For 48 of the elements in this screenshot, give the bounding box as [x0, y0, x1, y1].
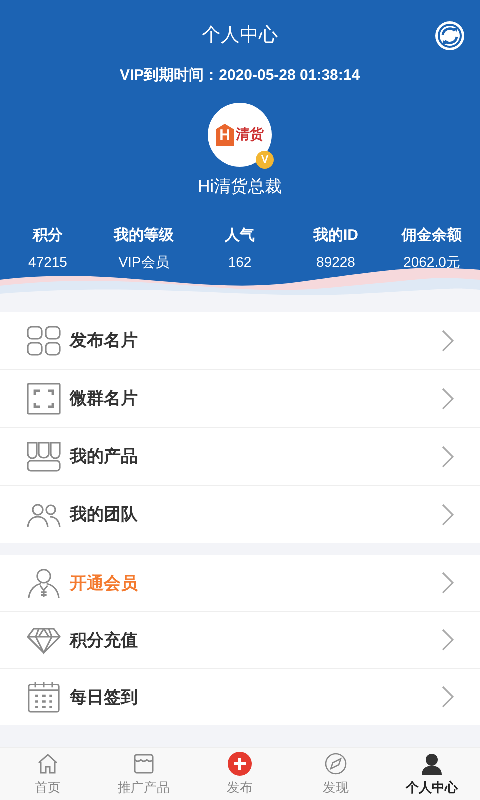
chevron-icon [442, 330, 454, 352]
menu-label: 我的产品 [70, 446, 139, 468]
scan-icon [26, 382, 62, 414]
chevron-icon [442, 629, 454, 651]
chevron-icon [442, 388, 454, 410]
stat-value: VIP会员 [118, 254, 170, 272]
stat-value: 2062.0元 [404, 254, 460, 272]
menu-label: 每日签到 [70, 686, 139, 708]
vip-badge: V [256, 151, 274, 169]
compass-icon [324, 752, 348, 776]
stat-label: 我的ID [314, 226, 358, 245]
chevron-icon [442, 446, 454, 468]
tab-item[interactable]: 个人中心 [384, 748, 480, 800]
chevron-icon [442, 504, 454, 526]
refresh-icon[interactable] [434, 20, 466, 52]
stat-value: 162 [228, 254, 252, 270]
menu-label: 发布名片 [70, 330, 139, 352]
menu-label: 微群名片 [70, 388, 139, 410]
vip-expiry-text: VIP到期时间：2020-05-28 01:38:14 [120, 66, 360, 85]
menu-label: 积分充值 [70, 630, 139, 652]
user-name: Hi清货总裁 [198, 176, 282, 198]
menu-label: 我的团队 [70, 504, 139, 526]
menu-item[interactable]: 积分充值 [0, 612, 480, 669]
menu-item[interactable]: 我的团队 [0, 486, 480, 543]
member-icon [26, 567, 62, 599]
chevron-icon [442, 572, 454, 594]
stat-label: 积分 [33, 226, 63, 245]
logo-mark: H [216, 124, 234, 146]
grid-icon [26, 324, 62, 356]
stat-value: 89228 [316, 254, 356, 270]
calendar-icon [26, 681, 62, 713]
stat-value: 47215 [28, 254, 68, 270]
logo-text: 清货 [236, 126, 264, 144]
store-icon [132, 752, 156, 776]
stat-label: 人气 [225, 226, 255, 245]
menu-label: 开通会员 [70, 572, 139, 594]
chevron-icon [442, 686, 454, 708]
add-icon [228, 752, 252, 776]
stat-label: 佣金余额 [402, 226, 462, 245]
menu-item[interactable]: 每日签到 [0, 669, 480, 725]
stat-label: 我的等级 [114, 226, 174, 245]
person-icon [420, 752, 444, 776]
page-title: 个人中心 [202, 24, 278, 48]
home-icon [36, 752, 60, 776]
menu-item[interactable]: 我的产品 [0, 428, 480, 486]
menu-item[interactable]: 微群名片 [0, 370, 480, 428]
menu-item[interactable]: 发布名片 [0, 312, 480, 370]
products-icon [26, 440, 62, 472]
